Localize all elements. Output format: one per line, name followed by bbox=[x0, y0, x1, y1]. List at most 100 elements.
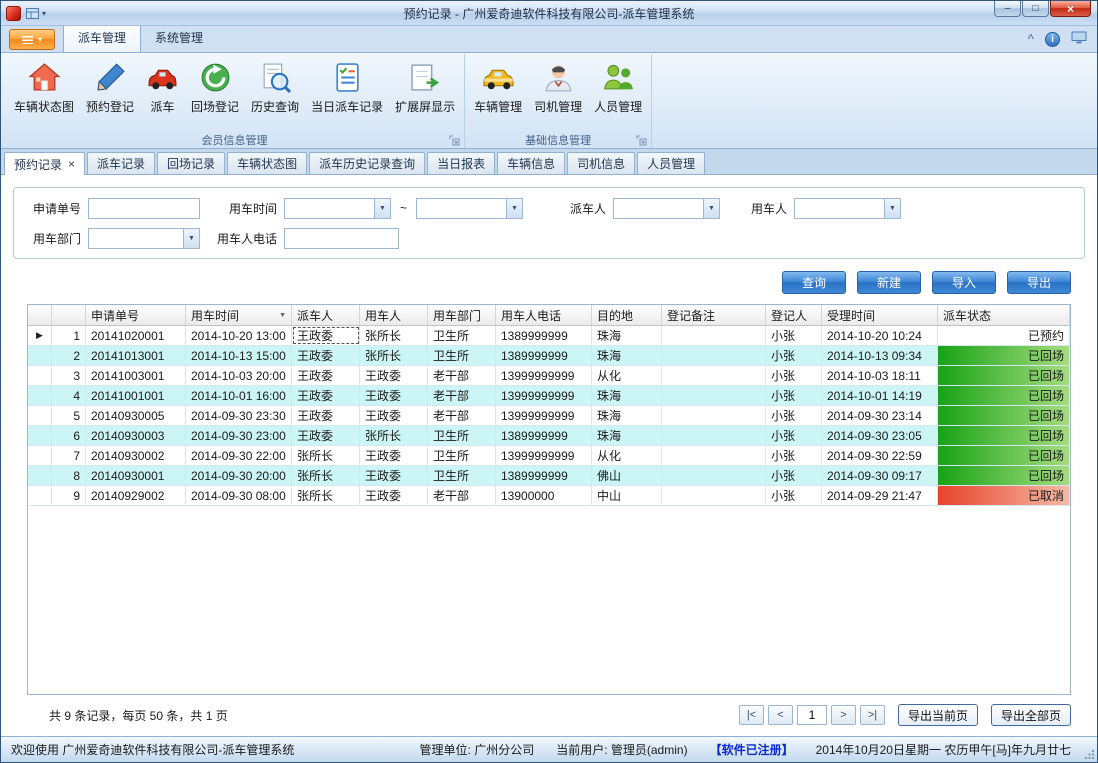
staff-manage-button[interactable]: 人员管理 bbox=[588, 57, 648, 117]
query-button[interactable]: 查询 bbox=[782, 271, 846, 294]
column-header-apply-no[interactable]: 申请单号 bbox=[86, 305, 186, 325]
cell-phone[interactable]: 13999999999 bbox=[496, 446, 592, 465]
cell-dispatcher[interactable]: 王政委 bbox=[292, 326, 360, 345]
cell-car-user[interactable]: 张所长 bbox=[360, 346, 428, 365]
cell-remark[interactable] bbox=[662, 326, 766, 345]
cell-accept-time[interactable]: 2014-09-30 22:59 bbox=[822, 446, 938, 465]
tab-vehicle-info[interactable]: 车辆信息 bbox=[497, 152, 565, 174]
cell-destination[interactable]: 珠海 bbox=[592, 346, 662, 365]
cell-department[interactable]: 卫生所 bbox=[428, 346, 496, 365]
application-menu-button[interactable]: ▾ bbox=[9, 29, 55, 50]
cell-car-user[interactable]: 王政委 bbox=[360, 486, 428, 505]
car-user-combo[interactable]: ▼ bbox=[794, 198, 901, 219]
cell-dispatcher[interactable]: 张所长 bbox=[292, 466, 360, 485]
table-row[interactable]: 3201410030012014-10-03 20:00王政委王政委老干部139… bbox=[28, 366, 1070, 386]
first-page-button[interactable]: |< bbox=[739, 705, 764, 725]
export-current-page-button[interactable]: 导出当前页 bbox=[898, 704, 978, 726]
cell-dispatcher[interactable]: 张所长 bbox=[292, 446, 360, 465]
cell-remark[interactable] bbox=[662, 446, 766, 465]
cell-destination[interactable]: 从化 bbox=[592, 366, 662, 385]
cell-registrar[interactable]: 小张 bbox=[766, 446, 822, 465]
license-status-link[interactable]: 【软件已注册】 bbox=[710, 741, 794, 758]
cell-car-user[interactable]: 王政委 bbox=[360, 406, 428, 425]
apply-no-input[interactable] bbox=[88, 198, 200, 219]
export-all-pages-button[interactable]: 导出全部页 bbox=[991, 704, 1071, 726]
department-combo[interactable]: ▼ bbox=[88, 228, 200, 249]
cell-registrar[interactable]: 小张 bbox=[766, 326, 822, 345]
dialog-launcher-icon[interactable] bbox=[636, 135, 647, 146]
cell-car-user[interactable]: 王政委 bbox=[360, 386, 428, 405]
cell-status[interactable]: 已回场 bbox=[938, 406, 1070, 425]
cell-use-time[interactable]: 2014-10-13 15:00 bbox=[186, 346, 292, 365]
cell-status[interactable]: 已回场 bbox=[938, 366, 1070, 385]
cell-car-user[interactable]: 王政委 bbox=[360, 466, 428, 485]
tab-staff-management[interactable]: 人员管理 bbox=[637, 152, 705, 174]
cell-use-time[interactable]: 2014-09-30 22:00 bbox=[186, 446, 292, 465]
cell-destination[interactable]: 从化 bbox=[592, 446, 662, 465]
dispatch-button[interactable]: 派车 bbox=[140, 57, 185, 117]
next-page-button[interactable]: > bbox=[831, 705, 856, 725]
cell-accept-time[interactable]: 2014-10-01 14:19 bbox=[822, 386, 938, 405]
tab-vehicle-status-chart[interactable]: 车辆状态图 bbox=[227, 152, 307, 174]
table-row[interactable]: 5201409300052014-09-30 23:30王政委王政委老干部139… bbox=[28, 406, 1070, 426]
table-row[interactable]: ▶1201410200012014-10-20 13:00王政委张所长卫生所13… bbox=[28, 326, 1070, 346]
ribbon-tab-system-manage[interactable]: 系统管理 bbox=[141, 25, 217, 52]
cell-accept-time[interactable]: 2014-10-20 10:24 bbox=[822, 326, 938, 345]
cell-car-user[interactable]: 王政委 bbox=[360, 446, 428, 465]
history-query-button[interactable]: 历史查询 bbox=[245, 57, 305, 117]
cell-use-time[interactable]: 2014-10-03 20:00 bbox=[186, 366, 292, 385]
cell-remark[interactable] bbox=[662, 426, 766, 445]
tab-return-records[interactable]: 回场记录 bbox=[157, 152, 225, 174]
use-time-to-combo[interactable]: ▼ bbox=[416, 198, 523, 219]
cell-registrar[interactable]: 小张 bbox=[766, 426, 822, 445]
cell-car-user[interactable]: 王政委 bbox=[360, 366, 428, 385]
cell-accept-time[interactable]: 2014-09-30 09:17 bbox=[822, 466, 938, 485]
new-button[interactable]: 新建 bbox=[857, 271, 921, 294]
resize-grip[interactable] bbox=[1084, 749, 1095, 760]
tab-reservation-records[interactable]: 预约记录× bbox=[4, 152, 85, 175]
chevron-down-icon[interactable]: ▼ bbox=[703, 199, 719, 218]
column-header-accept-time[interactable]: 受理时间 bbox=[822, 305, 938, 325]
table-row[interactable]: 6201409300032014-09-30 23:00王政委张所长卫生所138… bbox=[28, 426, 1070, 446]
cell-apply-no[interactable]: 20140930001 bbox=[86, 466, 186, 485]
ribbon-tab-dispatch-manage[interactable]: 派车管理 bbox=[63, 24, 141, 53]
cell-status[interactable]: 已取消 bbox=[938, 486, 1070, 505]
cell-remark[interactable] bbox=[662, 406, 766, 425]
cell-destination[interactable]: 佛山 bbox=[592, 466, 662, 485]
cell-department[interactable]: 卫生所 bbox=[428, 446, 496, 465]
cell-phone[interactable]: 13999999999 bbox=[496, 386, 592, 405]
today-dispatch-button[interactable]: 当日派车记录 bbox=[305, 57, 389, 117]
cell-destination[interactable]: 珠海 bbox=[592, 426, 662, 445]
cell-use-time[interactable]: 2014-10-20 13:00 bbox=[186, 326, 292, 345]
column-header-car-user[interactable]: 用车人 bbox=[360, 305, 428, 325]
cell-remark[interactable] bbox=[662, 466, 766, 485]
cell-use-time[interactable]: 2014-09-30 23:30 bbox=[186, 406, 292, 425]
cell-destination[interactable]: 珠海 bbox=[592, 386, 662, 405]
prev-page-button[interactable]: < bbox=[768, 705, 793, 725]
cell-status[interactable]: 已回场 bbox=[938, 426, 1070, 445]
display-switch-icon[interactable] bbox=[1071, 31, 1087, 47]
cell-registrar[interactable]: 小张 bbox=[766, 466, 822, 485]
cell-status[interactable]: 已回场 bbox=[938, 466, 1070, 485]
cell-registrar[interactable]: 小张 bbox=[766, 406, 822, 425]
cell-apply-no[interactable]: 20141003001 bbox=[86, 366, 186, 385]
cell-apply-no[interactable]: 20140929002 bbox=[86, 486, 186, 505]
chevron-down-icon[interactable]: ▼ bbox=[506, 199, 522, 218]
reservation-button[interactable]: 预约登记 bbox=[80, 57, 140, 117]
cell-remark[interactable] bbox=[662, 486, 766, 505]
cell-remark[interactable] bbox=[662, 346, 766, 365]
cell-apply-no[interactable]: 20140930003 bbox=[86, 426, 186, 445]
cell-dispatcher[interactable]: 张所长 bbox=[292, 486, 360, 505]
cell-accept-time[interactable]: 2014-09-29 21:47 bbox=[822, 486, 938, 505]
cell-phone[interactable]: 1389999999 bbox=[496, 326, 592, 345]
table-row[interactable]: 4201410010012014-10-01 16:00王政委王政委老干部139… bbox=[28, 386, 1070, 406]
cell-accept-time[interactable]: 2014-09-30 23:05 bbox=[822, 426, 938, 445]
cell-apply-no[interactable]: 20140930002 bbox=[86, 446, 186, 465]
cell-phone[interactable]: 13999999999 bbox=[496, 406, 592, 425]
cell-apply-no[interactable]: 20141020001 bbox=[86, 326, 186, 345]
cell-remark[interactable] bbox=[662, 386, 766, 405]
quick-access-grid-icon[interactable] bbox=[26, 8, 39, 19]
cell-accept-time[interactable]: 2014-10-13 09:34 bbox=[822, 346, 938, 365]
cell-phone[interactable]: 1389999999 bbox=[496, 346, 592, 365]
column-header-registrar[interactable]: 登记人 bbox=[766, 305, 822, 325]
